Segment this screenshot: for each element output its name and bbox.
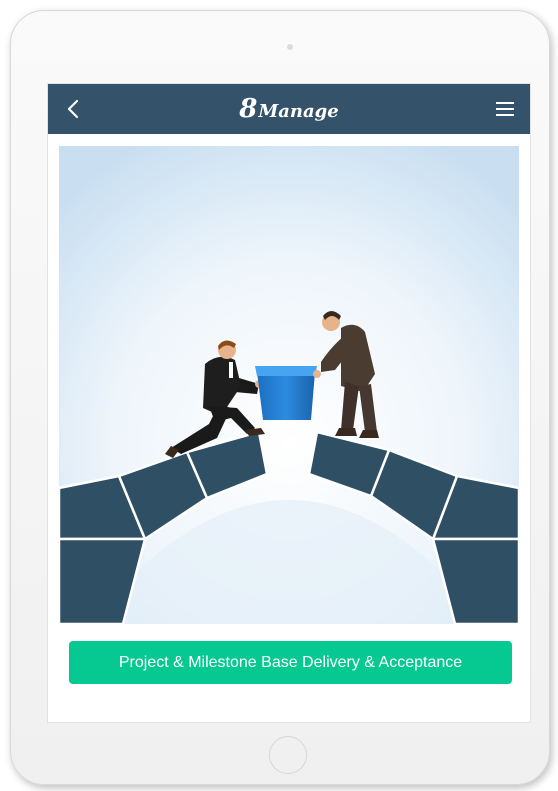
chevron-left-icon (67, 99, 79, 119)
logo-word: Manage (258, 101, 339, 122)
back-button[interactable] (48, 84, 98, 134)
camera-dot (287, 44, 293, 50)
home-button[interactable] (269, 736, 307, 774)
menu-button[interactable] (480, 84, 530, 134)
app-logo: 8 Manage (239, 94, 338, 124)
delivery-acceptance-button[interactable]: Project & Milestone Base Delivery & Acce… (69, 641, 512, 684)
bridge-handshake-illustration (59, 146, 519, 624)
blue-box (255, 366, 317, 420)
navbar: 8 Manage (48, 84, 530, 134)
logo-number: 8 (239, 94, 258, 124)
app-screen: 8 Manage Project & Milestone Base Delive… (47, 83, 531, 723)
hamburger-menu-icon (495, 102, 514, 116)
